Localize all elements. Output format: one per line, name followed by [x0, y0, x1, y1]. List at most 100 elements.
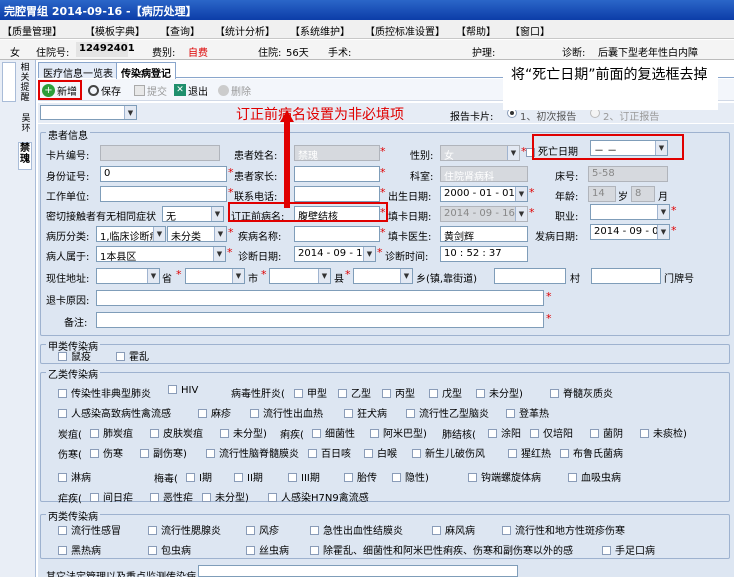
checkbox-amoebic[interactable]: 阿米巴型) [370, 425, 427, 440]
diag-time-field[interactable]: 10 : 52 : 37 [440, 246, 528, 262]
tab-medical-overview[interactable]: 医疗信息一览表 [38, 62, 118, 80]
checkbox-hep-c[interactable]: 丙型 [382, 385, 415, 400]
checkbox-h7n9[interactable]: 人感染H7N9禽流感 [268, 489, 369, 504]
menu-stats[interactable]: 【统计分析】 [215, 23, 275, 38]
id-field[interactable]: 0 [100, 166, 227, 182]
checkbox-filariasis[interactable]: 丝虫病 [246, 542, 289, 557]
checkbox-malaria-untyped[interactable]: 未分型) [202, 489, 249, 504]
checkbox-typhoid[interactable]: 伤寒 [90, 445, 123, 460]
checkbox-falciparum[interactable]: 恶性疟 [150, 489, 193, 504]
dept-field[interactable]: 住院肾病科 [440, 166, 528, 182]
doctor-field[interactable]: 黄剑辉 [440, 226, 528, 242]
checkbox-meningitis[interactable]: 流行性脑脊髓膜炎 [206, 445, 299, 460]
province-field[interactable]: ▼ [96, 268, 160, 284]
checkbox-dengue[interactable]: 登革热 [506, 405, 549, 420]
class-field-2[interactable]: 未分类 ▼ [167, 226, 227, 242]
menu-qc[interactable]: 【质控标准设置】 [365, 23, 445, 38]
sex-field[interactable]: 女 ▼ [440, 145, 520, 161]
menu-help[interactable]: 【帮助】 [456, 23, 496, 38]
checkbox-polio[interactable]: 脊髓灰质炎 [550, 385, 613, 400]
checkbox-plague[interactable]: 鼠疫 [58, 348, 91, 363]
fill-date-field[interactable]: 2014 - 09 - 16 ▼ [440, 206, 528, 222]
checkbox-cholera[interactable]: 霍乱 [116, 348, 149, 363]
village-field[interactable] [494, 268, 566, 284]
checkbox-skin-anthrax[interactable]: 皮肤炭疽 [150, 425, 203, 440]
checkbox-conjunctivitis[interactable]: 急性出血性结膜炎 [310, 522, 403, 537]
save-button[interactable]: 保存 [88, 82, 121, 98]
checkbox-syphilis-congenital[interactable]: 胎传 [344, 469, 377, 484]
tab-infectious-registration[interactable]: 传染病登记 [116, 62, 176, 80]
checkbox-pulm-anthrax[interactable]: 肺炭疽 [90, 425, 133, 440]
checkbox-influenza[interactable]: 流行性感冒 [58, 522, 121, 537]
town-field[interactable]: ▼ [353, 268, 413, 284]
bed-field[interactable]: 5-58 [588, 166, 668, 182]
onset-field[interactable]: 2014 - 09 - 04 ▼ [590, 224, 670, 240]
exit-button[interactable]: ✕ 退出 [174, 82, 208, 98]
checkbox-other-diarrhea[interactable]: 除霍乱、细菌性和阿米巴性痢疾、伤寒和副伤寒以外的感 [310, 542, 573, 557]
checkbox-rabies[interactable]: 狂犬病 [344, 405, 387, 420]
checkbox-rubella[interactable]: 风疹 [246, 522, 279, 537]
card-no-field[interactable] [100, 145, 220, 161]
name-field[interactable]: 禁瑰 [294, 145, 380, 161]
side-tab-wuhuan[interactable]: 吴环 [20, 114, 32, 134]
checkbox-scarlet-fever[interactable]: 猩红热 [508, 445, 551, 460]
checkbox-anthrax-untyped[interactable]: 未分型) [220, 425, 267, 440]
delete-button[interactable]: 删除 [218, 82, 251, 98]
checkbox-encephalitis[interactable]: 流行性乙型脑炎 [406, 405, 489, 420]
checkbox-pertussis[interactable]: 百日咳 [308, 445, 351, 460]
checkbox-echinococcosis[interactable]: 包虫病 [148, 542, 191, 557]
parent-field[interactable] [294, 166, 380, 182]
checkbox-smear-pos[interactable]: 涂阳 [488, 425, 521, 440]
side-tab-reminder[interactable]: 相关提醒 [19, 63, 31, 111]
checkbox-mumps[interactable]: 流行性腮腺炎 [148, 522, 221, 537]
return-reason-field[interactable] [96, 290, 544, 306]
belong-field[interactable]: 1本县区 ▼ [96, 246, 226, 262]
side-tab-patient[interactable]: 禁瑰 [18, 142, 32, 170]
disease-field[interactable] [294, 226, 380, 242]
other-diseases-field[interactable] [198, 565, 518, 577]
checkbox-hep-untyped[interactable]: 未分型) [476, 385, 523, 400]
phone-field[interactable] [294, 186, 380, 202]
job-field[interactable]: ▼ [590, 204, 670, 220]
checkbox-negative[interactable]: 菌阴 [590, 425, 623, 440]
checkbox-bacterial[interactable]: 细菌性 [312, 425, 355, 440]
birth-field[interactable]: 2000 - 01 - 01 ▼ [440, 186, 528, 202]
checkbox-hep-e[interactable]: 戊型 [429, 385, 462, 400]
checkbox-schistosomiasis[interactable]: 血吸虫病 [568, 469, 621, 484]
checkbox-hemorrhagic-fever[interactable]: 流行性出血热 [250, 405, 323, 420]
checkbox-measles[interactable]: 麻疹 [198, 405, 231, 420]
checkbox-culture-pos[interactable]: 仅培阳 [530, 425, 573, 440]
menu-window[interactable]: 【窗口】 [510, 23, 550, 38]
submit-button[interactable]: 提交 [134, 82, 167, 98]
checkbox-hep-b[interactable]: 乙型 [338, 385, 371, 400]
checkbox-leptospirosis[interactable]: 钩端螺旋体病 [468, 469, 541, 484]
contact-field[interactable]: 无 ▼ [162, 206, 224, 222]
checkbox-leprosy[interactable]: 麻风病 [432, 522, 475, 537]
county-field[interactable]: ▼ [269, 268, 331, 284]
checkbox-sars[interactable]: 传染性非典型肺炎 [58, 385, 151, 400]
checkbox-vivax[interactable]: 间日疟 [90, 489, 133, 504]
checkbox-hiv[interactable]: HIV [168, 385, 198, 396]
age-months-field[interactable]: 8 [631, 186, 655, 202]
checkbox-brucellosis[interactable]: 布鲁氏菌病 [560, 445, 623, 460]
work-field[interactable] [100, 186, 227, 202]
age-years-field[interactable]: 14 [588, 186, 616, 202]
checkbox-neonatal-tetanus[interactable]: 新生儿破伤风 [412, 445, 485, 460]
checkbox-gonorrhea[interactable]: 淋病 [58, 469, 91, 484]
checkbox-paratyphoid[interactable]: 副伤寒) [140, 445, 187, 460]
remark-field[interactable] [96, 312, 544, 328]
diag-date-field[interactable]: 2014 - 09 - 16 ▼ [294, 246, 376, 262]
checkbox-avian-flu[interactable]: 人感染高致病性禽流感 [58, 405, 171, 420]
checkbox-kala-azar[interactable]: 黑热病 [58, 542, 101, 557]
menu-quality[interactable]: 【质量管理】 [2, 23, 62, 38]
checkbox-typhus[interactable]: 流行性和地方性斑疹伤寒 [502, 522, 625, 537]
class-field[interactable]: 1,临床诊断病 ▼ [96, 226, 166, 242]
menu-template[interactable]: 【模板字典】 [85, 23, 145, 38]
checkbox-syphilis-2[interactable]: II期 [234, 469, 263, 484]
checkbox-syphilis-3[interactable]: III期 [288, 469, 320, 484]
checkbox-syphilis-1[interactable]: I期 [186, 469, 212, 484]
checkbox-diphtheria[interactable]: 白喉 [364, 445, 397, 460]
house-field[interactable] [591, 268, 661, 284]
checkbox-hep-a[interactable]: 甲型 [294, 385, 327, 400]
patient-filter-select[interactable]: ▼ [40, 105, 137, 120]
